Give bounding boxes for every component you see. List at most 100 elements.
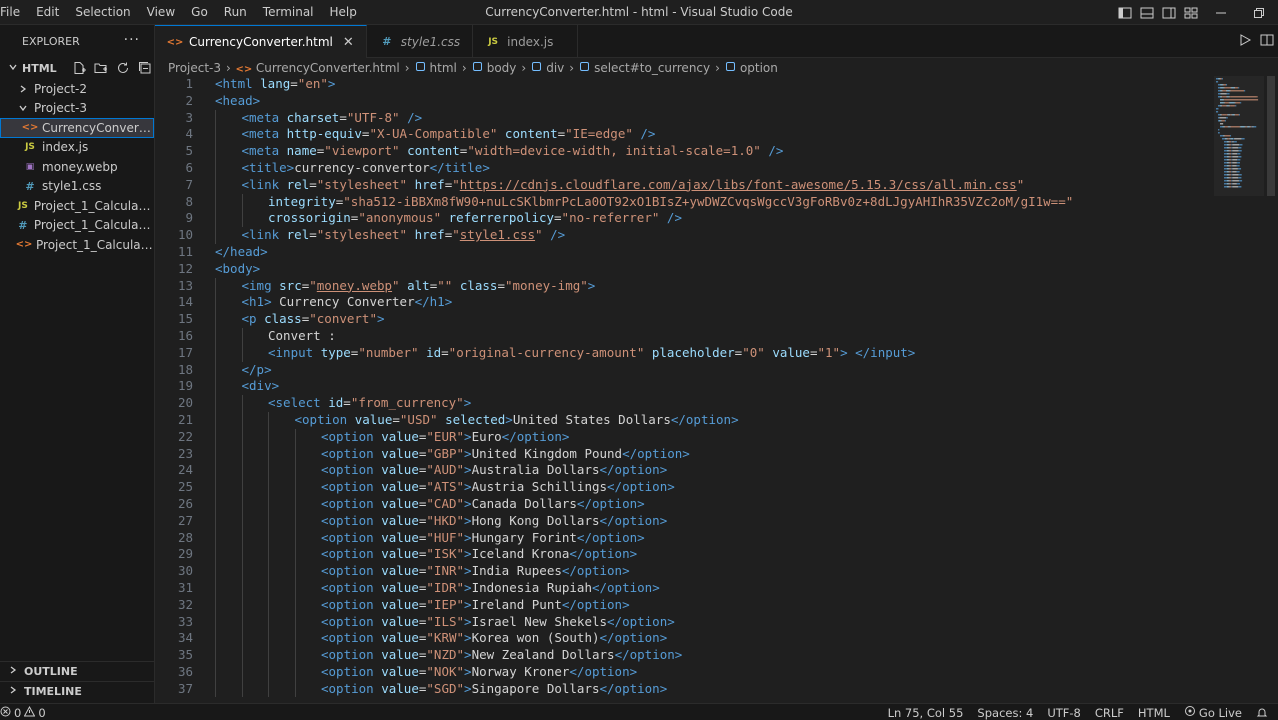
indent-guide xyxy=(268,445,269,463)
file-item[interactable]: <>CurrencyConverter.h... xyxy=(0,118,154,138)
menu-file[interactable]: File xyxy=(0,0,28,25)
code-content: <link rel="stylesheet" href="https://cdn… xyxy=(242,177,1025,194)
chevron-right-icon: › xyxy=(404,61,410,75)
refresh-icon[interactable] xyxy=(114,59,132,77)
new-file-icon[interactable] xyxy=(70,59,88,77)
code-editor[interactable]: 1 <html lang="en"> 2 <head> 3 <meta charset="… xyxy=(155,76,1278,703)
file-item[interactable]: JS Project_1_Calculator_... xyxy=(0,196,154,216)
code-token: <option xyxy=(321,462,382,478)
workspace-folder-html[interactable]: HTML xyxy=(0,57,154,79)
customize-layout-icon[interactable] xyxy=(1180,0,1202,25)
js-file-icon: JS xyxy=(17,200,28,211)
close-icon[interactable]: ✕ xyxy=(343,35,354,50)
language-mode[interactable]: HTML xyxy=(1138,706,1170,720)
folder-item[interactable]: Project-3 xyxy=(0,99,154,119)
eol-status[interactable]: CRLF xyxy=(1095,706,1124,720)
indent-guide xyxy=(268,630,269,648)
code-token: " xyxy=(452,227,460,243)
vertical-scrollbar[interactable] xyxy=(1264,76,1278,703)
tab-currencyconverter-html[interactable]: <> CurrencyConverter.html ✕ xyxy=(155,25,367,58)
code-token: <link xyxy=(241,227,287,243)
collapse-all-icon[interactable] xyxy=(136,59,154,77)
breadcrumb-item[interactable]: div xyxy=(531,61,564,75)
breadcrumb-item[interactable]: html xyxy=(415,61,457,75)
scrollbar-thumb[interactable] xyxy=(1267,76,1275,196)
chevron-right-icon: › xyxy=(715,61,720,75)
code-token: <option xyxy=(321,546,382,562)
outline-section[interactable]: OUTLINE xyxy=(0,661,155,681)
breadcrumb-item[interactable]: body xyxy=(472,61,516,75)
html-file-icon: <> xyxy=(235,64,253,75)
folder-item[interactable]: Project-2 xyxy=(0,79,154,99)
line-number: 3 xyxy=(185,109,193,125)
file-item[interactable]: # Project_1_Calculator_... xyxy=(0,216,154,236)
breadcrumb-item[interactable]: Project-3 xyxy=(168,61,221,75)
code-token: href xyxy=(414,176,445,192)
code-token: "" xyxy=(437,277,453,293)
indent-guide xyxy=(241,210,243,228)
indent-guide xyxy=(268,647,269,664)
minimap[interactable] xyxy=(1214,76,1264,196)
go-live-button[interactable]: Go Live xyxy=(1184,705,1242,720)
indent-guide xyxy=(241,546,243,564)
code-content: <option value="USD" selected>United Stat… xyxy=(295,412,739,429)
tab-index-js[interactable]: JS index.js xyxy=(473,25,579,58)
file-item[interactable]: <>Project_1_Calculator.h... xyxy=(0,235,154,255)
menu-terminal[interactable]: Terminal xyxy=(255,0,322,25)
code-token: money.webp xyxy=(316,277,393,293)
file-item[interactable]: JS index.js xyxy=(0,138,154,158)
menu-run[interactable]: Run xyxy=(216,0,255,25)
encoding-status[interactable]: UTF-8 xyxy=(1047,706,1081,720)
code-token: <option xyxy=(321,680,382,696)
line-number: 21 xyxy=(177,411,193,427)
indent-guide xyxy=(268,411,269,429)
new-folder-icon[interactable] xyxy=(92,59,110,77)
indent-guide xyxy=(268,428,269,446)
menu-edit[interactable]: Edit xyxy=(28,0,67,25)
file-tree: Project-2Project-3<>CurrencyConverter.h.… xyxy=(0,79,154,255)
menu-go[interactable]: Go xyxy=(183,0,216,25)
split-editor-icon[interactable] xyxy=(1260,33,1274,50)
breadcrumb-item[interactable]: select#to_currency xyxy=(579,61,710,75)
minimize-icon[interactable] xyxy=(1202,0,1240,25)
problems-status[interactable]: 0 0 xyxy=(0,705,46,720)
indentation-status[interactable]: Spaces: 4 xyxy=(977,706,1033,720)
code-token: </title> xyxy=(429,159,490,175)
indent-guide xyxy=(215,227,216,244)
js-file-icon: JS xyxy=(488,36,499,47)
code-content: <option value="NOK">Norway Kroner</optio… xyxy=(321,664,637,681)
code-token: <option xyxy=(321,563,382,579)
code-content: <html lang="en"> xyxy=(215,76,335,93)
cursor-position[interactable]: Ln 75, Col 55 xyxy=(888,706,964,720)
timeline-section[interactable]: TIMELINE xyxy=(0,681,155,701)
run-icon[interactable] xyxy=(1238,33,1252,50)
indent-guide xyxy=(215,311,216,328)
chevron-right-icon: › xyxy=(461,61,467,75)
more-actions-icon[interactable]: ··· xyxy=(124,32,140,48)
toggle-panel-icon[interactable] xyxy=(1136,0,1158,25)
toggle-primary-sidebar-icon[interactable] xyxy=(1114,0,1136,25)
breadcrumb-item[interactable]: option xyxy=(725,61,778,75)
code-token: <meta xyxy=(241,143,287,159)
restore-icon[interactable] xyxy=(1240,0,1278,25)
menu-selection[interactable]: Selection xyxy=(67,0,138,25)
breadcrumb-item[interactable]: <> CurrencyConverter.html xyxy=(235,61,399,75)
code-token: India Rupees xyxy=(471,563,562,579)
indent-guide xyxy=(215,479,216,496)
code-line: 3 <meta charset="UTF-8" /> xyxy=(155,109,1278,127)
file-item[interactable]: # style1.css xyxy=(0,177,154,197)
code-token: value xyxy=(381,462,419,478)
notifications-icon[interactable] xyxy=(1256,707,1268,719)
menu-help[interactable]: Help xyxy=(322,0,365,25)
menu-view[interactable]: View xyxy=(139,0,183,25)
file-item[interactable]: ▣ money.webp xyxy=(0,157,154,177)
menu-bar: File Edit Selection View Go Run Terminal Help xyxy=(0,0,365,25)
tab-style1-css[interactable]: # style1.css xyxy=(367,25,474,58)
toggle-secondary-sidebar-icon[interactable] xyxy=(1158,0,1180,25)
timeline-label: TIMELINE xyxy=(24,685,82,698)
tree-item-label: index.js xyxy=(42,140,89,155)
code-token: Norway Kroner xyxy=(471,663,570,679)
code-token: "no-referrer" xyxy=(561,210,660,226)
